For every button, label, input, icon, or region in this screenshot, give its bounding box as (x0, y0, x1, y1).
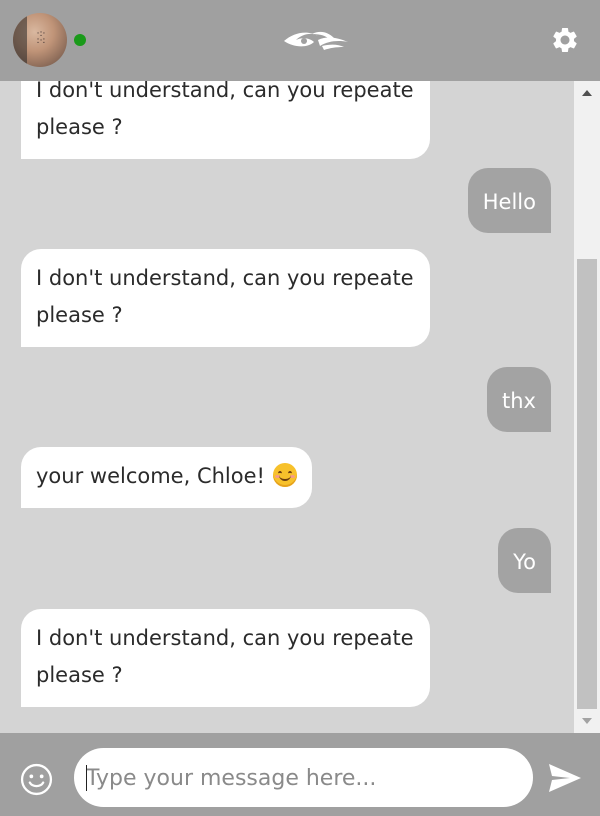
scroll-thumb[interactable] (577, 259, 597, 709)
avatar-image: ·:·:·: (36, 29, 46, 46)
message-text: I don't understand, can you repeate plea… (36, 626, 414, 687)
avatar[interactable]: ·:·:·: (13, 13, 67, 67)
scroll-up-arrow-icon[interactable] (582, 90, 592, 96)
user-message: Hello (467, 168, 551, 233)
user-message: thx (487, 367, 551, 432)
text-caret (86, 765, 87, 791)
smiling-face-emoji (272, 463, 297, 487)
chat-header: ·:·:·: (0, 0, 600, 81)
message-text: your welcome, Chloe! (36, 464, 265, 488)
bot-message: I don't understand, can you repeate plea… (21, 249, 430, 347)
message-list[interactable]: I don't understand, can you repeate plea… (0, 81, 574, 733)
message-text: I don't understand, can you repeate plea… (36, 81, 414, 139)
bot-message: your welcome, Chloe! (21, 447, 312, 508)
message-text: thx (502, 389, 536, 413)
bot-message: I don't understand, can you repeate plea… (21, 609, 430, 707)
online-status-dot (74, 34, 86, 46)
send-icon[interactable] (548, 763, 582, 793)
message-scrollbar[interactable] (574, 81, 600, 733)
message-text: Yo (513, 550, 536, 574)
user-message: Yo (498, 528, 551, 593)
gear-icon[interactable] (550, 25, 580, 55)
scroll-down-arrow-icon[interactable] (582, 718, 592, 724)
bot-message: I don't understand, can you repeate plea… (21, 81, 430, 159)
eye-wave-logo (284, 31, 348, 50)
smiley-icon[interactable] (20, 763, 53, 796)
message-input-container[interactable] (74, 748, 533, 807)
message-composer (0, 733, 600, 816)
message-text: Hello (482, 190, 536, 214)
chat-widget: ·:·:·: I don't understand, can you repea… (0, 0, 600, 816)
message-text: I don't understand, can you repeate plea… (36, 266, 414, 327)
message-input[interactable] (86, 756, 516, 800)
